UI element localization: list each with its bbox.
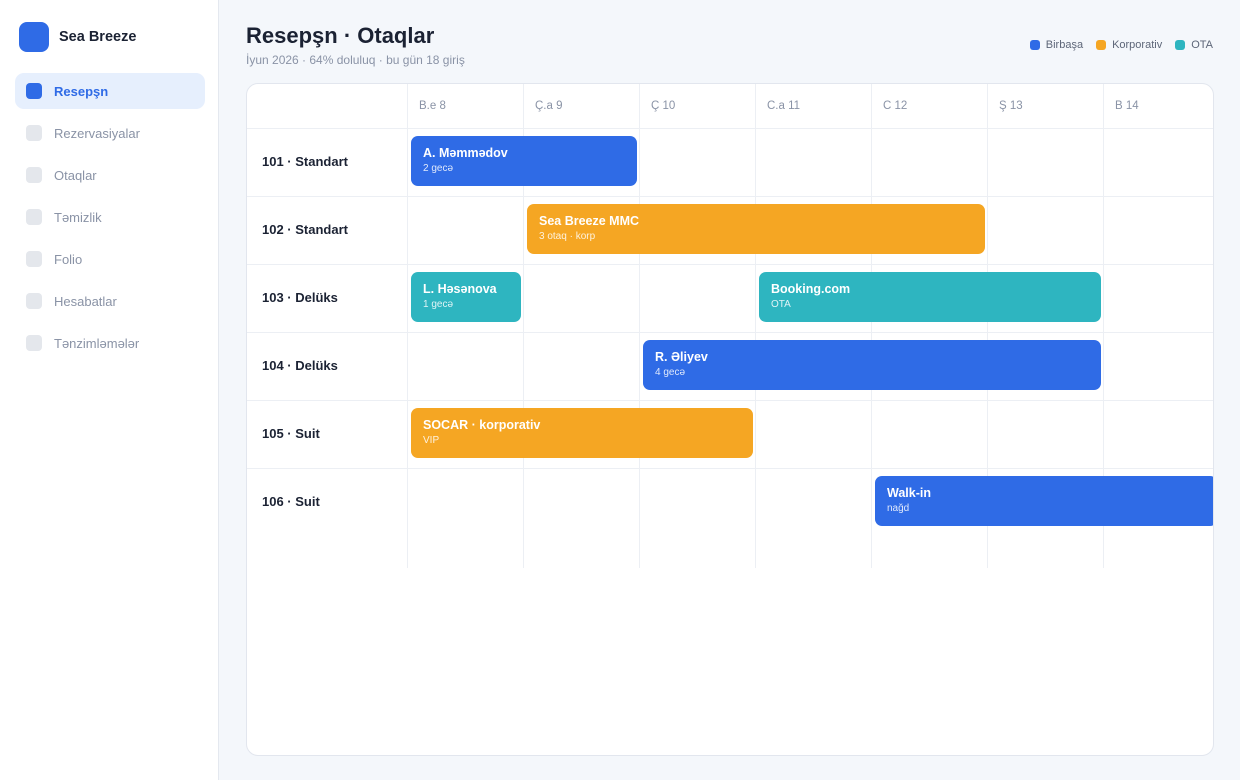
legend-swatch (1175, 40, 1186, 50)
page-subtitle: İyun 2026 · 64% doluluq · bu gün 18 giri… (246, 53, 465, 67)
reservations-icon (26, 125, 42, 141)
booking-note: nağd (887, 503, 910, 514)
sidebar-item-resepsn[interactable]: Resepşn (15, 73, 205, 109)
row-divider (247, 400, 1213, 401)
row-divider (247, 332, 1213, 333)
brand[interactable]: Sea Breeze (19, 22, 136, 52)
booking-bar[interactable]: Booking.com OTA (759, 272, 1101, 322)
booking-bar[interactable]: R. Əliyev 4 gecə (643, 340, 1101, 390)
sidebar-item-label: Otaqlar (54, 167, 97, 183)
day-column-header: C 12 (871, 84, 987, 128)
row-divider (247, 196, 1213, 197)
channel-legend: Birbaşa Korporativ OTA (1017, 39, 1213, 51)
booking-guest-name: Walk-in (887, 486, 931, 500)
legend-item-direct: Birbaşa (1029, 39, 1084, 51)
legend-label: Korporativ (1112, 39, 1163, 51)
room-label: 102 · Standart (262, 222, 348, 237)
legend-item-corporate: Korporativ (1096, 39, 1162, 51)
room-label: 106 · Suit (262, 494, 320, 509)
room-label: 104 · Delüks (262, 358, 338, 373)
booking-note: 4 gecə (655, 367, 686, 378)
booking-note: 2 gecə (423, 163, 454, 174)
sidebar-item-hesabatlar[interactable]: Hesabatlar (15, 283, 205, 319)
room-label: 105 · Suit (262, 426, 320, 441)
sidebar-item-label: Resepşn (54, 83, 109, 99)
day-column-header: B 14 (1103, 84, 1213, 128)
logo-icon (19, 22, 49, 52)
sidebar-item-label: Hesabatlar (54, 293, 117, 309)
grid-column-line (523, 128, 524, 568)
sidebar: Sea Breeze Resepşn Rezervasiyalar Otaqla… (0, 0, 219, 780)
booking-note: 1 gecə (423, 299, 454, 310)
room-label: 101 · Standart (262, 154, 348, 169)
day-column-header: Ç 10 (639, 84, 755, 128)
legend-label: OTA (1191, 39, 1213, 51)
folio-icon (26, 251, 42, 267)
sidebar-item-folio[interactable]: Folio (15, 241, 205, 277)
header-divider (247, 128, 1213, 129)
sidebar-item-temizlik[interactable]: Təmizlik (15, 199, 205, 235)
legend-label: Birbaşa (1045, 39, 1084, 51)
booking-note: VIP (423, 435, 440, 446)
rooms-icon (26, 167, 42, 183)
booking-note: OTA (771, 299, 791, 310)
room-label: 103 · Delüks (262, 290, 338, 305)
reception-icon (26, 83, 42, 99)
booking-bar[interactable]: A. Məmmədov 2 gecə (411, 136, 637, 186)
day-column-header: B.e 8 (407, 84, 523, 128)
row-divider (247, 468, 1213, 469)
booking-bar[interactable]: Sea Breeze MMC 3 otaq · korp (527, 204, 985, 254)
legend-item-ota: OTA (1175, 39, 1213, 51)
booking-guest-name: Sea Breeze MMC (539, 214, 640, 228)
grid-column-line (407, 128, 408, 568)
sidebar-item-otaqlar[interactable]: Otaqlar (15, 157, 205, 193)
legend-swatch (1096, 40, 1107, 50)
sidebar-item-label: Təmizlik (54, 209, 102, 225)
booking-guest-name: R. Əliyev (655, 350, 708, 364)
brand-name: Sea Breeze (59, 29, 137, 45)
booking-guest-name: SOCAR · korporativ (423, 418, 541, 432)
day-column-header: Ş 13 (987, 84, 1103, 128)
booking-bar[interactable]: Walk-in nağd (875, 476, 1213, 526)
page-title: Resepşn · Otaqlar (246, 23, 435, 48)
grid-column-line (639, 128, 640, 568)
room-calendar: B.e 8 Ç.a 9Ç 10 C.a 11 C 12 Ş 13 B 14 101 · St… (246, 83, 1214, 756)
sidebar-item-rezervasiyalar[interactable]: Rezervasiyalar (15, 115, 205, 151)
day-column-header: C.a 11 (755, 84, 871, 128)
booking-guest-name: Booking.com (771, 282, 851, 296)
housekeeping-icon (26, 209, 42, 225)
sidebar-nav: Resepşn Rezervasiyalar Otaqlar Təmizlik … (15, 73, 205, 367)
day-column-header: Ç.a 9 (523, 84, 639, 128)
booking-bar[interactable]: L. Həsənova 1 gecə (411, 272, 521, 322)
row-divider (247, 264, 1213, 265)
sidebar-item-tenzimlemeler[interactable]: Tənzimləmələr (15, 325, 205, 361)
booking-guest-name: A. Məmmədov (423, 146, 508, 160)
legend-swatch (1029, 40, 1040, 50)
reports-icon (26, 293, 42, 309)
sidebar-item-label: Rezervasiyalar (54, 125, 140, 141)
booking-note: 3 otaq · korp (539, 231, 596, 242)
booking-guest-name: L. Həsənova (423, 282, 497, 296)
settings-icon (26, 335, 42, 351)
sidebar-item-label: Tənzimləmələr (54, 335, 140, 351)
booking-bar[interactable]: SOCAR · korporativ VIP (411, 408, 753, 458)
sidebar-item-label: Folio (54, 251, 83, 267)
